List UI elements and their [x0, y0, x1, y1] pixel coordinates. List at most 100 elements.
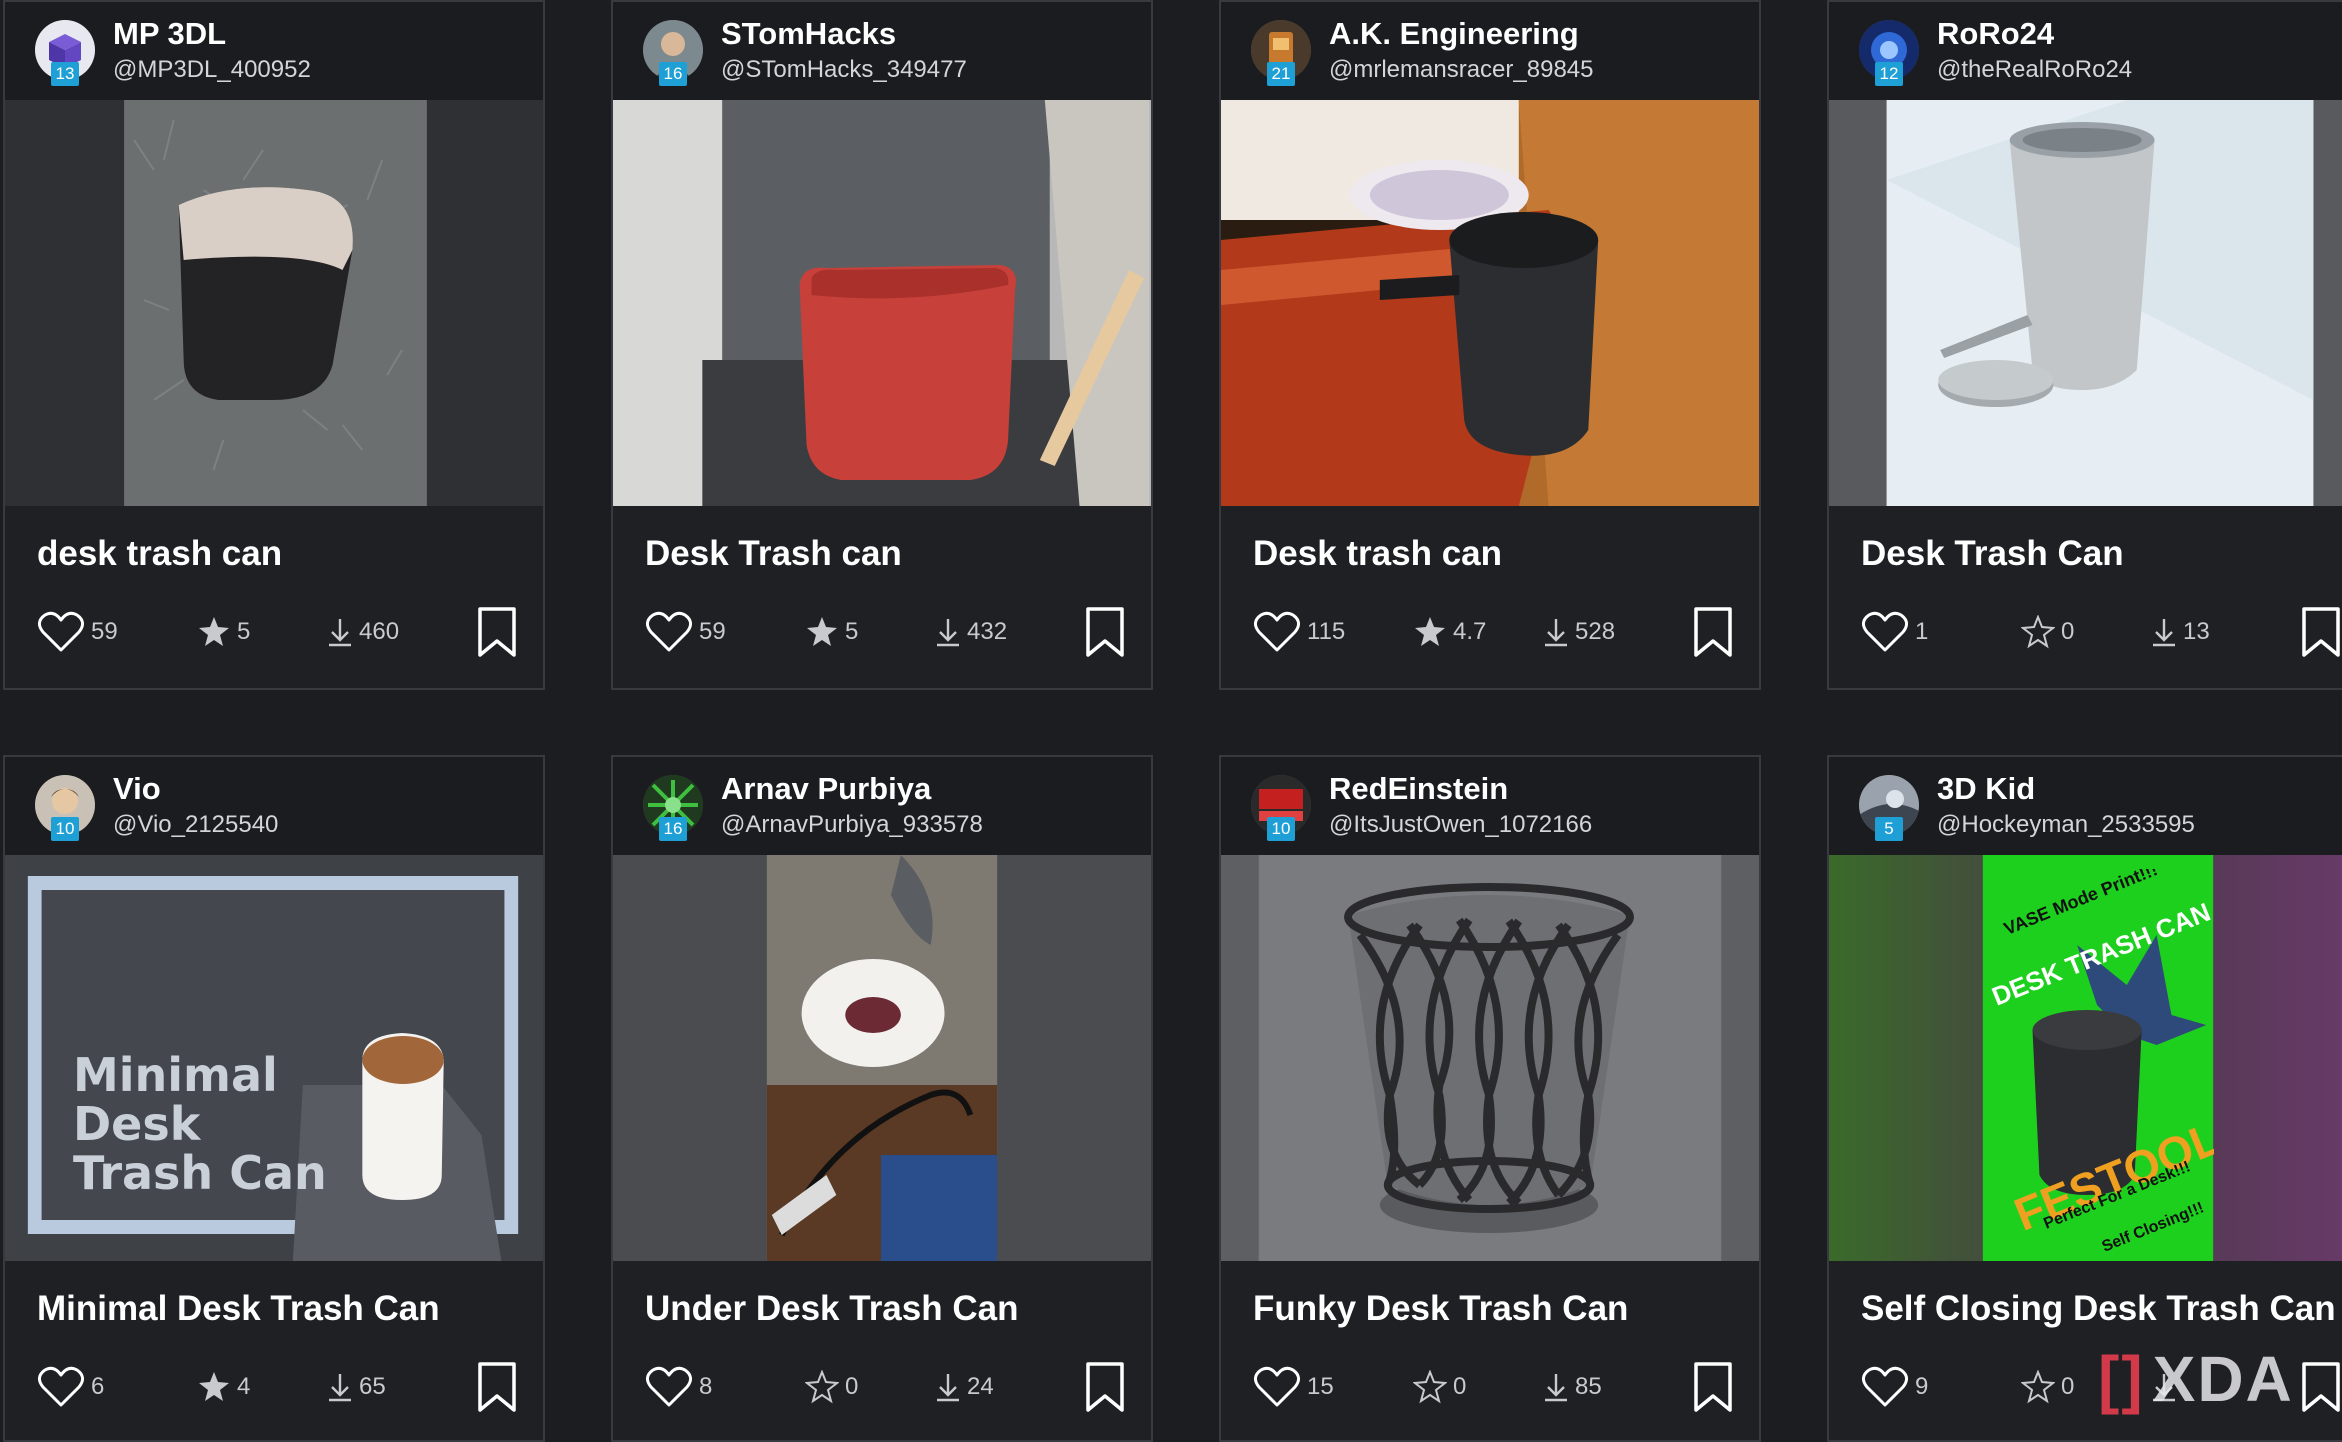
user-handle[interactable]: @ArnavPurbiya_933578: [721, 811, 983, 839]
model-thumbnail[interactable]: [5, 100, 543, 506]
user-avatar[interactable]: 10: [1251, 775, 1315, 841]
star-icon: [807, 617, 837, 646]
like-stat[interactable]: 8: [645, 1357, 712, 1417]
user-avatar[interactable]: 16: [643, 20, 707, 86]
bookmark-icon[interactable]: [1693, 606, 1733, 658]
model-thumbnail[interactable]: VASE Mode Print!!! DESK TRASH CAN FESTOO…: [1829, 855, 2342, 1261]
user-handle[interactable]: @Hockeyman_2533595: [1937, 811, 2195, 839]
star-icon: [1415, 617, 1445, 646]
download-icon: [937, 1374, 959, 1402]
bookmark-icon[interactable]: [477, 1361, 517, 1413]
bookmark-icon[interactable]: [2301, 606, 2341, 658]
model-title[interactable]: Funky Desk Trash Can: [1253, 1289, 1628, 1329]
caption-line: Trash Can: [73, 1146, 327, 1200]
model-thumbnail[interactable]: [1221, 100, 1759, 506]
model-title[interactable]: Self Closing Desk Trash Can: [1861, 1289, 2336, 1329]
like-stat[interactable]: 6: [37, 1357, 104, 1417]
download-stat: 24: [935, 1357, 994, 1417]
model-title[interactable]: desk trash can: [37, 534, 282, 574]
model-title[interactable]: Desk trash can: [1253, 534, 1502, 574]
like-stat[interactable]: 115: [1253, 602, 1345, 662]
user-name[interactable]: RoRo24: [1937, 16, 2054, 52]
user-name[interactable]: A.K. Engineering: [1329, 16, 1579, 52]
like-stat[interactable]: 59: [645, 602, 726, 662]
model-stats: 15 0 85: [1221, 1357, 1759, 1417]
model-card[interactable]: 16 STomHacks @STomHacks_349477 Desk Tras…: [611, 0, 1153, 690]
like-count: 15: [1307, 1373, 1334, 1400]
download-icon: [937, 619, 959, 647]
user-name[interactable]: Vio: [113, 771, 161, 807]
download-count: 432: [967, 618, 1008, 645]
model-card[interactable]: 12 RoRo24 @theRealRoRo24 Desk Trash Can …: [1827, 0, 2342, 690]
model-thumbnail[interactable]: [613, 855, 1151, 1261]
user-handle[interactable]: @MP3DL_400952: [113, 56, 311, 84]
model-thumbnail[interactable]: Minimal Desk Trash Can: [5, 855, 543, 1261]
model-title[interactable]: Under Desk Trash Can: [645, 1289, 1018, 1329]
bookmark-icon[interactable]: [1693, 1361, 1733, 1413]
level-badge: 5: [1875, 817, 1903, 841]
level-badge: 10: [51, 817, 79, 841]
user-name[interactable]: STomHacks: [721, 16, 896, 52]
like-stat[interactable]: 1: [1861, 602, 1928, 662]
model-card[interactable]: 21 A.K. Engineering @mrlemansracer_89845…: [1219, 0, 1761, 690]
like-stat[interactable]: 15: [1253, 1357, 1334, 1417]
user-name[interactable]: Arnav Purbiya: [721, 771, 931, 807]
model-card[interactable]: 10 RedEinstein @ItsJustOwen_1072166 Funk…: [1219, 755, 1761, 1442]
bookmark-icon[interactable]: [477, 606, 517, 658]
card-header: 16 Arnav Purbiya @ArnavPurbiya_933578: [613, 757, 1151, 855]
model-card[interactable]: 10 Vio @Vio_2125540 Minimal Desk Trash C…: [3, 755, 545, 1442]
user-handle[interactable]: @theRealRoRo24: [1937, 56, 2132, 84]
model-stats: 8 0 24: [613, 1357, 1151, 1417]
model-title[interactable]: Desk Trash can: [645, 534, 902, 574]
model-thumbnail[interactable]: [1221, 855, 1759, 1261]
level-badge: 21: [1267, 62, 1295, 86]
user-handle[interactable]: @STomHacks_349477: [721, 56, 967, 84]
download-stat: 432: [935, 602, 1007, 662]
star-outline-icon: [2021, 615, 2055, 649]
card-header: 16 STomHacks @STomHacks_349477: [613, 2, 1151, 100]
download-count: 24: [967, 1373, 994, 1400]
user-avatar[interactable]: 13: [35, 20, 99, 86]
rating-value: 0: [845, 1373, 859, 1400]
user-handle[interactable]: @mrlemansracer_89845: [1329, 56, 1593, 84]
user-avatar[interactable]: 10: [35, 775, 99, 841]
level-badge: 16: [659, 62, 687, 86]
model-thumbnail[interactable]: [613, 100, 1151, 506]
download-count: 65: [359, 1373, 386, 1400]
heart-icon: [1862, 1366, 1908, 1407]
user-avatar[interactable]: 16: [643, 775, 707, 841]
rating-value: 4: [237, 1373, 251, 1400]
heart-icon: [1254, 1366, 1300, 1407]
level-badge: 13: [51, 62, 79, 86]
model-card[interactable]: 16 Arnav Purbiya @ArnavPurbiya_933578 Un…: [611, 755, 1153, 1442]
bookmark-icon[interactable]: [2301, 1361, 2341, 1413]
card-header: 10 Vio @Vio_2125540: [5, 757, 543, 855]
thumbnail-caption: VASE Mode Print!!! DESK TRASH CAN FESTOO…: [1989, 869, 2214, 1259]
user-avatar[interactable]: 21: [1251, 20, 1315, 86]
like-count: 115: [1307, 618, 1346, 645]
model-thumbnail[interactable]: [1829, 100, 2342, 506]
user-avatar[interactable]: 12: [1859, 20, 1923, 86]
caption-line: Desk: [73, 1097, 201, 1151]
user-name[interactable]: 3D Kid: [1937, 771, 2035, 807]
star-icon: [199, 1372, 229, 1401]
user-avatar[interactable]: 5: [1859, 775, 1923, 841]
download-stat: 85: [1543, 1357, 1602, 1417]
model-card[interactable]: 13 MP 3DL @MP3DL_400952 desk trash can 5…: [3, 0, 545, 690]
heart-icon: [646, 611, 692, 652]
user-name[interactable]: MP 3DL: [113, 16, 226, 52]
star-outline-icon: [805, 1370, 839, 1404]
like-stat[interactable]: 59: [37, 602, 118, 662]
user-handle[interactable]: @Vio_2125540: [113, 811, 278, 839]
model-card[interactable]: 5 3D Kid @Hockeyman_2533595 VASE Mode Pr…: [1827, 755, 2342, 1442]
like-stat[interactable]: 9: [1861, 1357, 1928, 1417]
model-stats: 59 5 432: [613, 602, 1151, 662]
user-handle[interactable]: @ItsJustOwen_1072166: [1329, 811, 1592, 839]
model-title[interactable]: Desk Trash Can: [1861, 534, 2124, 574]
bookmark-icon[interactable]: [1085, 606, 1125, 658]
bookmark-icon[interactable]: [1085, 1361, 1125, 1413]
model-stats: 115 4.7 528: [1221, 602, 1759, 662]
user-name[interactable]: RedEinstein: [1329, 771, 1508, 807]
model-title[interactable]: Minimal Desk Trash Can: [37, 1289, 440, 1329]
like-count: 1: [1915, 618, 1929, 645]
